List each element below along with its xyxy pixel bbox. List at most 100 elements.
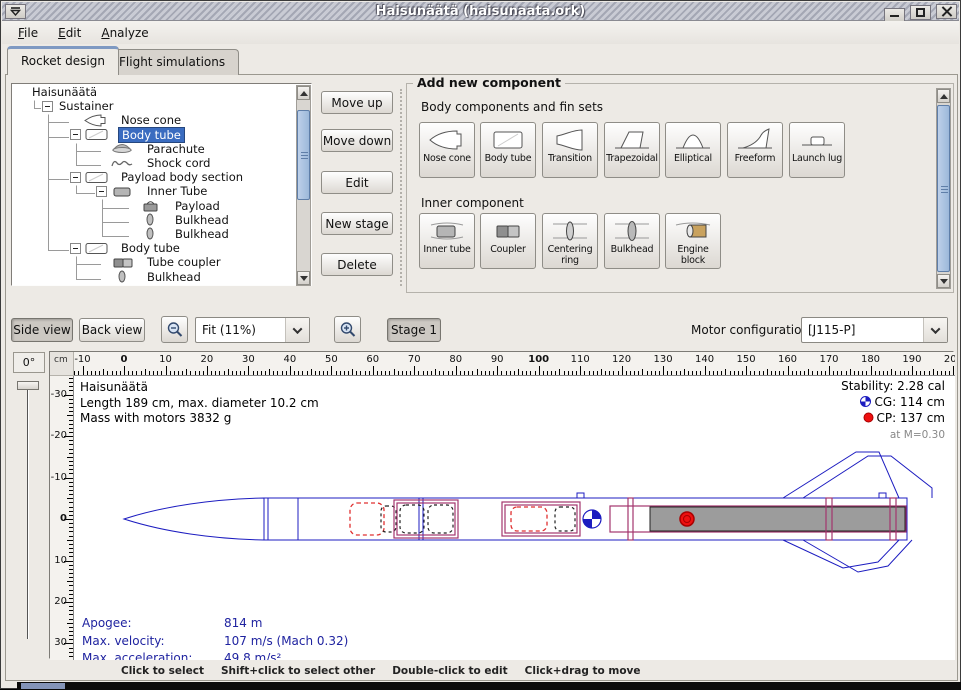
maximize-icon: [916, 8, 925, 17]
cp-icon: [863, 412, 874, 428]
tree-scroll-up-button[interactable]: [297, 86, 310, 100]
freeform-icon: [734, 126, 776, 154]
component-button-centering-ring[interactable]: Centering ring: [542, 213, 598, 269]
tree-item-body-tube-11[interactable]: Body tube: [13, 241, 296, 255]
tree-item-inner-tube-7[interactable]: Inner Tube: [13, 184, 296, 198]
tree-scrollbar[interactable]: [296, 85, 311, 286]
tree-item-bulkhead-9[interactable]: Bulkhead: [13, 213, 296, 227]
component-scrollbar-thumb[interactable]: [937, 105, 950, 272]
zoom-level-combo[interactable]: Fit (11%): [195, 317, 310, 343]
max-velocity-label: Max. velocity:: [82, 634, 222, 650]
motor-configuration-combo[interactable]: [J115-P]: [801, 317, 948, 343]
stability-info: Stability: 2.28 cal CG: 114 cm CP: 137 c…: [841, 379, 945, 443]
flight-info: Apogee:814 m Max. velocity:107 m/s (Mach…: [80, 614, 350, 660]
new-stage-button[interactable]: New stage: [321, 212, 393, 235]
tree-item-label: Parachute: [144, 142, 208, 156]
component-scrollbar[interactable]: [936, 88, 951, 289]
rocket-length: Length 189 cm, max. diameter 10.2 cm: [80, 396, 319, 412]
rocket-view-area: cm -100102030405060708090100110120130140…: [49, 351, 954, 659]
bulkhead-icon: [138, 213, 168, 226]
tree-expander-icon[interactable]: [70, 243, 81, 254]
side-view-button[interactable]: Side view: [11, 318, 73, 342]
tree-item-label: Bulkhead: [172, 213, 232, 227]
component-button-label: Freeform: [735, 154, 776, 165]
tree-scroll-down-button[interactable]: [297, 271, 310, 285]
stability-value: Stability: 2.28 cal: [841, 379, 945, 395]
component-scroll-up-button[interactable]: [937, 89, 950, 103]
maximize-button[interactable]: [910, 5, 931, 20]
tree-item-payload-8[interactable]: Payload: [13, 199, 296, 213]
tree-item-shock-cord-5[interactable]: Shock cord: [13, 156, 296, 170]
component-button-label: Transition: [548, 154, 592, 165]
add-component-title: Add new component: [413, 75, 565, 90]
component-button-launch-lug[interactable]: Launch lug: [789, 122, 845, 178]
tree-item-label: Body tube: [118, 127, 185, 143]
move-up-button[interactable]: Move up: [321, 91, 393, 114]
tree-item-haisun-t-0[interactable]: Haisunäätä: [13, 85, 296, 99]
window-title: Haisunäätä (haisunaata.ork): [2, 4, 959, 19]
component-button-transition[interactable]: Transition: [542, 122, 598, 178]
motor-configuration-value: [J115-P]: [802, 323, 923, 337]
title-bar[interactable]: Haisunäätä (haisunaata.ork): [2, 2, 959, 21]
move-down-button[interactable]: Move down: [321, 129, 393, 152]
rotation-slider-handle[interactable]: [17, 381, 39, 390]
tree-item-bulkhead-10[interactable]: Bulkhead: [13, 227, 296, 241]
back-view-button[interactable]: Back view: [79, 318, 145, 342]
tree-item-sustainer-1[interactable]: Sustainer: [13, 99, 296, 113]
edit-button[interactable]: Edit: [321, 171, 393, 194]
cp-marker: [680, 512, 694, 526]
component-button-freeform[interactable]: Freeform: [727, 122, 783, 178]
component-tree[interactable]: HaisunäätäSustainerNose coneBody tubePar…: [11, 83, 312, 286]
component-scroll-down-button[interactable]: [937, 274, 950, 288]
tree-expander-icon[interactable]: [70, 129, 81, 140]
menu-analyze[interactable]: Analyze: [91, 24, 158, 42]
component-button-bulkhead[interactable]: Bulkhead: [604, 213, 660, 269]
component-button-body-tube[interactable]: Body tube: [480, 122, 536, 178]
tree-item-nose-cone-2[interactable]: Nose cone: [13, 113, 296, 127]
bodytube-icon: [84, 242, 114, 255]
tree-item-tube-coupler-12[interactable]: Tube coupler: [13, 255, 296, 269]
centering-ring-icon: [549, 217, 591, 245]
menu-edit[interactable]: Edit: [48, 24, 91, 42]
component-button-nose-cone[interactable]: Nose cone: [419, 122, 475, 178]
scrollbar-grip-icon: [301, 155, 308, 156]
vertical-separator: [400, 89, 402, 286]
delete-button[interactable]: Delete: [321, 253, 393, 276]
arrow-down-icon: [940, 279, 948, 284]
rotation-slider-track[interactable]: [27, 385, 29, 639]
component-button-elliptical[interactable]: Elliptical: [665, 122, 721, 178]
tree-item-parachute-4[interactable]: Parachute: [13, 142, 296, 156]
component-button-inner-tube[interactable]: Inner tube: [419, 213, 475, 269]
tree-scrollbar-thumb[interactable]: [297, 110, 310, 200]
tree-item-payload-body-section-6[interactable]: Payload body section: [13, 170, 296, 184]
component-button-trapezoidal[interactable]: Trapezoidal: [604, 122, 660, 178]
bodytube-icon: [84, 171, 114, 184]
tree-item-bulkhead-13[interactable]: Bulkhead: [13, 269, 296, 283]
menu-file[interactable]: File: [8, 24, 48, 42]
max-acceleration-label: Max. acceleration:: [82, 651, 222, 660]
zoom-level-value: Fit (11%): [196, 323, 285, 337]
launch-lug-icon: [796, 126, 838, 154]
combo-dropdown-button[interactable]: [285, 318, 309, 342]
tab-flight-simulations[interactable]: Flight simulations: [105, 49, 239, 75]
tree-expander-icon[interactable]: [96, 186, 107, 197]
stage-1-toggle[interactable]: Stage 1: [387, 318, 441, 342]
tree-item-label: Bulkhead: [144, 270, 204, 284]
horizontal-ruler: -100102030405060708090100110120130140150…: [74, 352, 955, 376]
zoom-in-button[interactable]: [334, 316, 361, 343]
combo-dropdown-button[interactable]: [923, 318, 947, 342]
component-button-engine-block[interactable]: Engine block: [665, 213, 721, 269]
close-button[interactable]: [936, 4, 957, 19]
max-velocity-value: 107 m/s (Mach 0.32): [224, 634, 348, 650]
ruler-unit-label: cm: [50, 352, 74, 376]
rocket-canvas[interactable]: Haisunäätä Length 189 cm, max. diameter …: [74, 376, 955, 660]
zoom-out-button[interactable]: [161, 316, 188, 343]
apogee-label: Apogee:: [82, 616, 222, 632]
tree-expander-icon[interactable]: [70, 172, 81, 183]
tree-expander-icon[interactable]: [42, 101, 53, 112]
tree-item-label: Bulkhead: [172, 227, 232, 241]
tree-item-body-tube-3[interactable]: Body tube: [13, 128, 296, 142]
component-button-coupler[interactable]: Coupler: [480, 213, 536, 269]
component-button-label: Nose cone: [423, 154, 471, 165]
tab-rocket-design[interactable]: Rocket design: [7, 46, 119, 75]
